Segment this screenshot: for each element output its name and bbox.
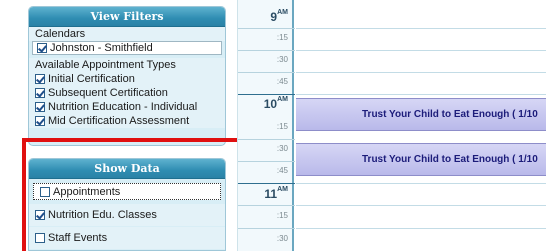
hour-label-11: 11AM xyxy=(264,186,288,201)
calendars-label: Calendars xyxy=(29,27,225,41)
time-gridline xyxy=(238,161,295,162)
time-column: 9AM :15 :30 :45 10AM :15 :30 :45 11AM :1… xyxy=(237,0,295,251)
checkbox-checked-icon[interactable] xyxy=(37,43,47,53)
appointment-type-label: Initial Certification xyxy=(48,72,135,85)
show-staff-events-item[interactable]: Staff Events xyxy=(29,227,225,249)
time-gridline xyxy=(238,139,295,140)
appointment-type-label: Subsequent Certification xyxy=(48,86,168,99)
view-filters-box: View Filters Calendars Johnston - Smithf… xyxy=(28,6,226,146)
show-data-header[interactable]: Show Data xyxy=(29,159,225,179)
time-gridline xyxy=(238,205,295,206)
time-gridline xyxy=(238,50,295,51)
calendar-item-johnston[interactable]: Johnston - Smithfield xyxy=(32,41,222,55)
time-gridline xyxy=(238,228,295,229)
time-gridline xyxy=(238,28,295,29)
calendar-item-label: Johnston - Smithfield xyxy=(50,41,153,54)
hour-gridline xyxy=(238,94,295,95)
hour-gridline xyxy=(238,183,295,184)
checkbox-unchecked-icon[interactable] xyxy=(40,186,50,197)
checkbox-unchecked-icon[interactable] xyxy=(35,233,45,243)
grid-line xyxy=(296,50,546,51)
appointment-type-subsequent-certification[interactable]: Subsequent Certification xyxy=(29,86,225,100)
show-item-label: Nutrition Edu. Classes xyxy=(48,209,157,221)
checkbox-checked-icon[interactable] xyxy=(35,102,45,112)
grid-line xyxy=(296,28,546,29)
slot-label: :30 xyxy=(276,55,288,64)
appointment-type-initial-certification[interactable]: Initial Certification xyxy=(29,72,225,86)
checkbox-checked-icon[interactable] xyxy=(35,74,45,84)
show-appointments-item[interactable]: Appointments xyxy=(33,183,221,200)
show-item-label: Staff Events xyxy=(48,232,108,244)
hour-label-10: 10AM xyxy=(263,96,288,111)
slot-label: :15 xyxy=(276,33,288,42)
slot-label: :45 xyxy=(276,77,288,86)
time-gridline xyxy=(238,72,295,73)
appointment-type-label: Nutrition Education - Individual xyxy=(48,100,198,113)
checkbox-checked-icon[interactable] xyxy=(35,210,45,220)
show-nutrition-classes-item[interactable]: Nutrition Edu. Classes xyxy=(29,204,225,226)
checkbox-checked-icon[interactable] xyxy=(35,88,45,98)
grid-line xyxy=(296,228,546,229)
checkbox-checked-icon[interactable] xyxy=(35,116,45,126)
calendar-event[interactable]: Trust Your Child to Eat Enough ( 1/10 xyxy=(296,143,546,176)
grid-line xyxy=(296,205,546,206)
view-filters-header[interactable]: View Filters xyxy=(29,7,225,27)
hour-label-9: 9AM xyxy=(270,9,288,24)
slot-label: :30 xyxy=(276,234,288,243)
slot-label: :15 xyxy=(276,122,288,131)
slot-label: :15 xyxy=(276,211,288,220)
filter-panel: View Filters Calendars Johnston - Smithf… xyxy=(0,0,259,251)
appointment-type-nutrition-education[interactable]: Nutrition Education - Individual xyxy=(29,100,225,114)
grid-line xyxy=(296,94,546,95)
appointment-type-mid-certification[interactable]: Mid Certification Assessment xyxy=(29,114,225,128)
grid-line xyxy=(296,72,546,73)
show-data-box: Show Data Appointments Nutrition Edu. Cl… xyxy=(28,158,226,251)
calendar-event[interactable]: Trust Your Child to Eat Enough ( 1/10 xyxy=(296,98,546,131)
appointment-type-label: Mid Certification Assessment xyxy=(48,114,190,127)
slot-label: :30 xyxy=(276,144,288,153)
grid-line xyxy=(296,183,546,184)
calendar-grid[interactable]: Trust Your Child to Eat Enough ( 1/10 Tr… xyxy=(296,0,546,251)
appointment-types-label: Available Appointment Types xyxy=(29,58,225,72)
show-item-label: Appointments xyxy=(53,185,121,198)
slot-label: :45 xyxy=(276,166,288,175)
